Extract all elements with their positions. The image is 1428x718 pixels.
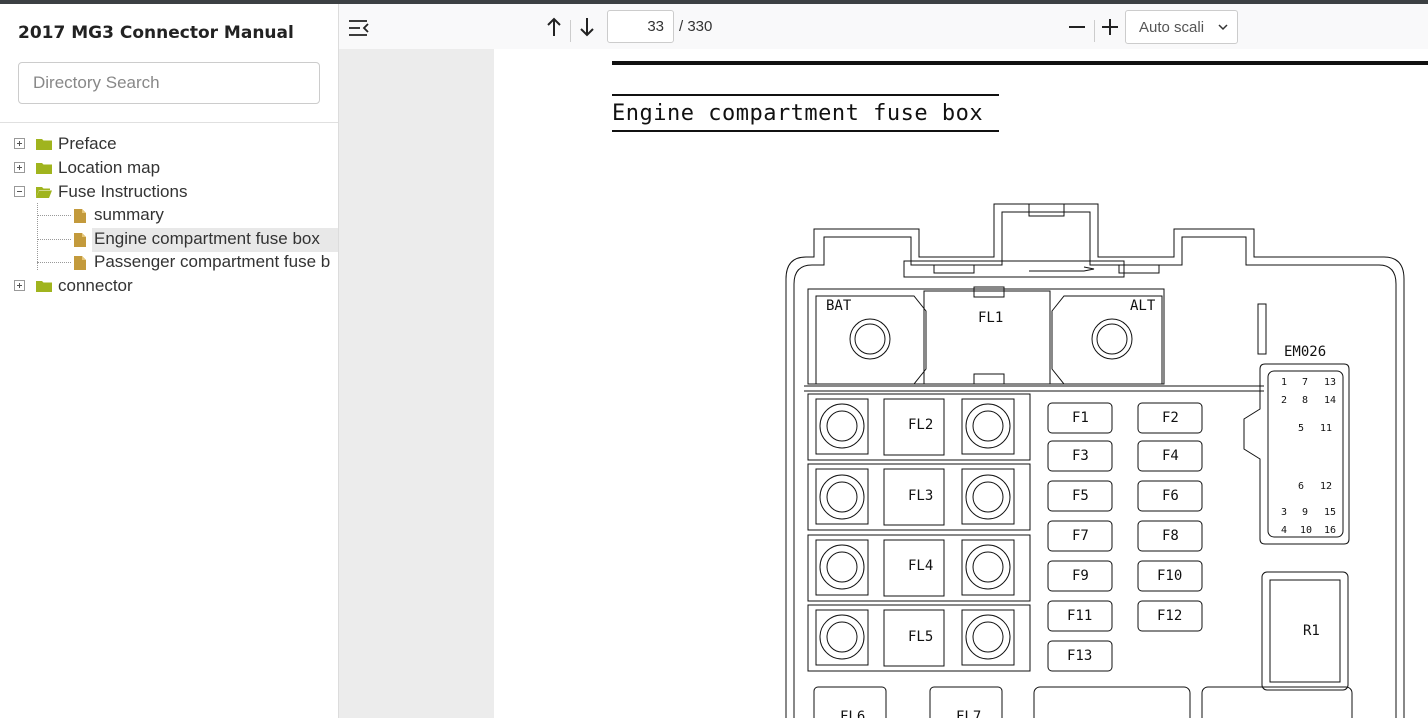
label-pin: 4 bbox=[1281, 525, 1288, 536]
label-fuse: F10 bbox=[1157, 568, 1183, 584]
label-r1: R1 bbox=[1303, 623, 1320, 639]
label-pin: 14 bbox=[1324, 395, 1337, 406]
previous-page-button[interactable] bbox=[543, 15, 565, 39]
label-fuse: F8 bbox=[1162, 528, 1179, 544]
tree-label: summary bbox=[94, 205, 164, 224]
next-page-button[interactable] bbox=[576, 15, 598, 39]
label-fuse: F9 bbox=[1072, 568, 1089, 584]
folder-icon bbox=[36, 281, 52, 292]
toolbar-divider bbox=[1094, 20, 1095, 42]
folder-icon bbox=[36, 163, 52, 174]
tree-line bbox=[37, 203, 38, 270]
label-fl3: FL3 bbox=[908, 488, 934, 504]
label-pin: 1 bbox=[1281, 377, 1288, 388]
expand-icon[interactable] bbox=[14, 162, 25, 173]
label-pin: 12 bbox=[1320, 481, 1333, 492]
zoom-in-button[interactable] bbox=[1099, 15, 1121, 39]
label-fuse: F11 bbox=[1067, 608, 1093, 624]
label-fuse: F7 bbox=[1072, 528, 1089, 544]
sidebar-toggle-icon bbox=[349, 20, 369, 36]
label-pin: 16 bbox=[1324, 525, 1337, 536]
label-pin: 11 bbox=[1320, 423, 1333, 434]
chevron-down-icon bbox=[1218, 24, 1228, 31]
section-heading: Engine compartment fuse box bbox=[612, 101, 984, 126]
directory-search-input[interactable] bbox=[18, 62, 320, 104]
label-fl2: FL2 bbox=[908, 417, 934, 433]
label-fl5: FL5 bbox=[908, 629, 934, 645]
pdf-page: Engine compartment fuse box BAT FL1 ALT … bbox=[494, 49, 1428, 718]
page-total: / 330 bbox=[679, 18, 713, 35]
label-fuse: F6 bbox=[1162, 488, 1179, 504]
tree-label: Preface bbox=[58, 134, 117, 153]
file-icon bbox=[74, 256, 86, 270]
zoom-value: Auto scali bbox=[1139, 18, 1205, 36]
label-pin: 8 bbox=[1302, 395, 1309, 406]
arrow-down-icon bbox=[580, 18, 594, 37]
file-icon bbox=[74, 233, 86, 247]
expand-icon[interactable] bbox=[14, 138, 25, 149]
label-fl4: FL4 bbox=[908, 558, 934, 574]
manual-title: 2017 MG3 Connector Manual bbox=[18, 23, 294, 43]
folder-open-icon bbox=[36, 187, 52, 198]
minus-icon bbox=[1069, 26, 1085, 28]
label-pin: 7 bbox=[1302, 377, 1309, 388]
label-fuse: F2 bbox=[1162, 410, 1179, 426]
tree-line bbox=[37, 215, 71, 216]
label-fuse: F5 bbox=[1072, 488, 1089, 504]
label-bat: BAT bbox=[826, 298, 852, 314]
toolbar-divider bbox=[570, 20, 571, 42]
collapse-icon[interactable] bbox=[14, 186, 25, 197]
label-alt: ALT bbox=[1130, 298, 1156, 314]
tree-label: Engine compartment fuse box bbox=[94, 229, 320, 248]
zoom-select[interactable]: Auto scali bbox=[1125, 10, 1238, 44]
viewer-toolbar: / 330 Auto scali bbox=[339, 4, 1428, 49]
label-fuse: F4 bbox=[1162, 448, 1179, 464]
tree-label: Fuse Instructions bbox=[58, 182, 188, 201]
label-fl7: FL7 bbox=[956, 709, 982, 718]
sidebar-toggle-button[interactable] bbox=[347, 16, 371, 40]
label-pin: 15 bbox=[1324, 507, 1337, 518]
label-fl6: FL6 bbox=[840, 709, 866, 718]
tree-line bbox=[37, 262, 71, 263]
label-fuse: F1 bbox=[1072, 410, 1089, 426]
label-pin: 6 bbox=[1298, 481, 1305, 492]
label-fuse: F3 bbox=[1072, 448, 1089, 464]
label-fuse: F13 bbox=[1067, 648, 1093, 664]
plus-icon bbox=[1102, 19, 1118, 35]
tree-label: Location map bbox=[58, 158, 161, 177]
label-em026: EM026 bbox=[1284, 344, 1327, 360]
expand-icon[interactable] bbox=[14, 280, 25, 291]
tree-label: connector bbox=[58, 276, 133, 295]
folder-icon bbox=[36, 139, 52, 150]
label-pin: 10 bbox=[1300, 525, 1313, 536]
zoom-out-button[interactable] bbox=[1066, 15, 1088, 39]
page-number-input[interactable] bbox=[607, 10, 674, 43]
diagram-labels: BAT FL1 ALT EM026 FL2 FL3 FL4 FL5 R1 FL6… bbox=[784, 199, 1428, 718]
arrow-up-icon bbox=[547, 17, 561, 36]
label-pin: 13 bbox=[1324, 377, 1337, 388]
tree-line bbox=[37, 239, 71, 240]
label-pin: 3 bbox=[1281, 507, 1288, 518]
tree-label: Passenger compartment fuse b bbox=[94, 252, 331, 271]
sidebar: 2017 MG3 Connector Manual Preface Locati… bbox=[0, 4, 339, 718]
label-fl1: FL1 bbox=[978, 310, 1004, 326]
label-fuse: F12 bbox=[1157, 608, 1183, 624]
document-viewer[interactable]: Engine compartment fuse box BAT FL1 ALT … bbox=[339, 49, 1428, 718]
label-pin: 5 bbox=[1298, 423, 1305, 434]
file-icon bbox=[74, 209, 86, 223]
sidebar-divider bbox=[0, 122, 338, 123]
label-pin: 9 bbox=[1302, 507, 1309, 518]
label-pin: 2 bbox=[1281, 395, 1288, 406]
